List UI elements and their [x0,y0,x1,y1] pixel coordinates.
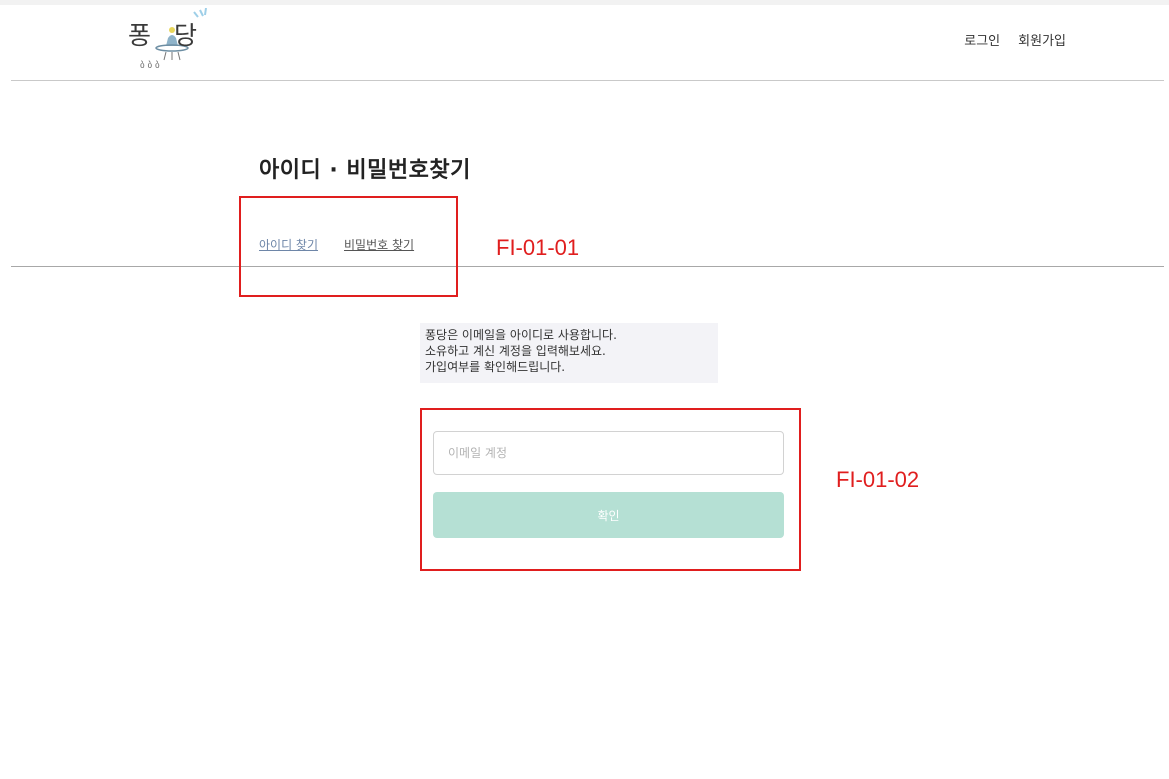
signup-link[interactable]: 회원가입 [1018,30,1066,49]
annotation-label-fi-01-01: FI-01-01 [496,235,580,260]
info-line: 소유하고 계신 계정을 입력해보세요. [425,344,606,358]
info-box: 퐁당은 이메일을 아이디로 사용합니다. 소유하고 계신 계정을 입력해보세요.… [420,323,718,383]
annotation-box-fi-01-02 [420,408,801,571]
page-title: 아이디 · 비밀번호찾기 [259,158,471,183]
logo-text-1: 퐁 [128,21,151,50]
tabs-divider [11,266,1164,267]
annotation-box-fi-01-01 [239,196,458,297]
top-strip [0,0,1169,5]
login-link[interactable]: 로그인 [964,30,1000,49]
header-divider [11,80,1164,81]
info-line: 퐁당은 이메일을 아이디로 사용합니다. [425,328,617,342]
annotation-label-fi-01-02: FI-01-02 [836,467,920,492]
header-nav: 로그인 회원가입 [964,30,1066,49]
logo-text-2: 당 [174,21,197,50]
info-line: 가입여부를 확인해드립니다. [425,360,566,374]
logo[interactable]: ბ ბ ბ 퐁 당 [128,8,218,72]
logo-text: 퐁 당 [128,16,197,52]
svg-text:ბ ბ ბ: ბ ბ ბ [140,60,160,71]
